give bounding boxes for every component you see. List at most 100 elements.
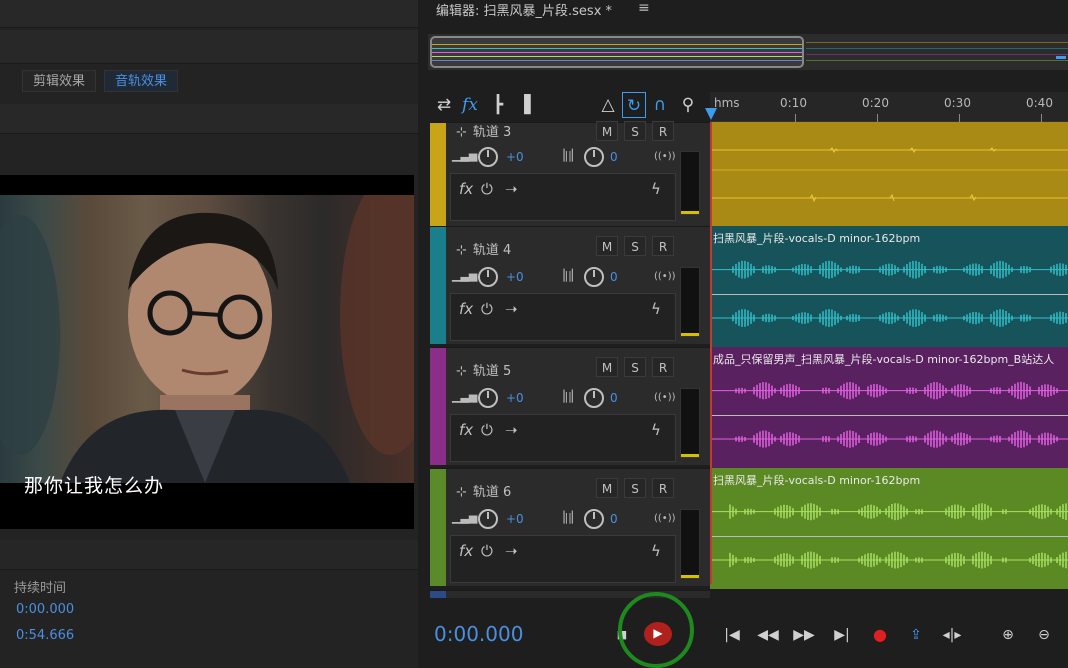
fx-rack[interactable]: fx ⏻ ➝ ϟ: [450, 535, 676, 583]
record-arm-button[interactable]: R: [652, 478, 674, 498]
power-icon[interactable]: ⏻: [481, 542, 493, 560]
goto-end-icon[interactable]: ▶|: [828, 624, 856, 646]
solo-button[interactable]: S: [624, 478, 646, 498]
time-ruler[interactable]: hms 0:10 0:20 0:30 0:40: [705, 92, 1068, 122]
rewind-icon[interactable]: ◀◀: [754, 624, 782, 646]
pan-value[interactable]: 0: [610, 150, 618, 164]
input-icon: ➝: [505, 180, 518, 198]
volume-value[interactable]: +0: [506, 270, 524, 284]
pan-icon: ▕||▏: [556, 149, 581, 162]
stereo-icon: ((•)): [654, 513, 676, 524]
lightning-icon[interactable]: ϟ: [651, 421, 661, 439]
swap-icon[interactable]: ⇄: [432, 92, 456, 118]
overview-marker: [1056, 56, 1066, 59]
video-scene-image: [0, 195, 414, 483]
input-icon[interactable]: ➝: [505, 300, 518, 318]
solo-button[interactable]: S: [624, 236, 646, 256]
fx-rack[interactable]: fx ⏻ ➝ ϟ: [450, 293, 676, 341]
loop-playback-icon[interactable]: ⇪: [902, 624, 930, 646]
panel-divider-lower: [0, 540, 418, 570]
fx-icon[interactable]: fx: [459, 542, 473, 560]
zoom-out-icon[interactable]: ⊖: [1030, 624, 1058, 646]
clip-track-6[interactable]: 扫黑风暴_片段-vocals-D minor-162bpm: [710, 468, 1068, 589]
record-arm-button[interactable]: R: [652, 357, 674, 377]
panel-header: [0, 0, 418, 28]
power-icon[interactable]: ⏻: [481, 300, 493, 318]
pan-knob[interactable]: [584, 509, 604, 529]
solo-button[interactable]: S: [624, 357, 646, 377]
record-arm-button[interactable]: R: [652, 236, 674, 256]
track-name: ⊹ 轨道 4: [456, 243, 512, 258]
tab-clip-effects[interactable]: 剪辑效果: [22, 70, 97, 92]
waveform: [710, 147, 1068, 203]
pan-knob[interactable]: [584, 267, 604, 287]
lightning-icon[interactable]: ϟ: [651, 542, 661, 560]
zoom-in-icon[interactable]: ⊕: [994, 624, 1022, 646]
pan-knob[interactable]: [584, 147, 604, 167]
mute-button[interactable]: M: [596, 121, 618, 141]
fx-icon[interactable]: fx: [459, 421, 473, 439]
pan-value[interactable]: 0: [610, 270, 618, 284]
pan-knob[interactable]: [584, 388, 604, 408]
panel-divider: [0, 104, 418, 134]
mute-button[interactable]: M: [596, 236, 618, 256]
track-color-strip: [430, 469, 446, 586]
clip-track-4[interactable]: 扫黑风暴_片段-vocals-D minor-162bpm: [710, 226, 1068, 347]
start-time-value[interactable]: 0:00.000: [16, 602, 74, 617]
track-header-4: ⊹ 轨道 4 M S R ▁▃▅ +0 ▕||▏ 0 ((•)) fx ⏻ ➝ ϟ: [430, 226, 710, 344]
hamburger-icon[interactable]: ≡: [638, 0, 650, 16]
fast-forward-icon[interactable]: ▶▶: [790, 624, 818, 646]
volume-knob[interactable]: [478, 388, 498, 408]
transport-bar: 0:00.000 ■ ▶ |◀ ◀◀ ▶▶ ▶| ● ⇪ ◂|▸ ⊕ ⊖: [420, 592, 1068, 668]
level-meter: [680, 267, 700, 337]
fx-icon[interactable]: fx: [458, 92, 482, 118]
lightning-icon[interactable]: ϟ: [651, 300, 661, 318]
input-icon[interactable]: ➝: [505, 421, 518, 439]
track-color-strip: [430, 123, 446, 226]
duration-value[interactable]: 0:54.666: [16, 628, 74, 643]
fx-rack[interactable]: fx ⏻ ➝ ϟ: [450, 173, 676, 221]
session-overview[interactable]: [428, 34, 1068, 70]
video-frame: [0, 195, 414, 483]
volume-knob[interactable]: [478, 509, 498, 529]
track-color-strip: [430, 348, 446, 465]
lightning-icon: ϟ: [651, 180, 661, 198]
volume-value[interactable]: +0: [506, 512, 524, 526]
pan-icon: ▕||▏: [556, 511, 581, 524]
pan-value[interactable]: 0: [610, 512, 618, 526]
fx-rack[interactable]: fx ⏻ ➝ ϟ: [450, 414, 676, 462]
volume-icon: ▁▃▅: [452, 269, 478, 282]
volume-knob[interactable]: [478, 147, 498, 167]
clip-track-5[interactable]: 成品_只保留男声_扫黑风暴_片段-vocals-D minor-162bpm_B…: [710, 347, 1068, 468]
record-arm-button[interactable]: R: [652, 121, 674, 141]
metronome-icon[interactable]: △: [596, 92, 620, 118]
loop-icon[interactable]: ↻: [622, 92, 646, 118]
record-icon[interactable]: ●: [866, 624, 894, 646]
input-icon[interactable]: ➝: [505, 542, 518, 560]
marker-icon[interactable]: ⚲: [676, 92, 700, 118]
level-meter: [680, 509, 700, 579]
volume-knob[interactable]: [478, 267, 498, 287]
fx-icon[interactable]: fx: [459, 300, 473, 318]
volume-icon: ▁▃▅: [452, 149, 478, 162]
ruler-tick: 0:40: [1026, 96, 1053, 110]
goto-start-icon[interactable]: |◀: [718, 624, 746, 646]
skip-icon[interactable]: ◂|▸: [938, 624, 966, 646]
tab-track-effects[interactable]: 音轨效果: [104, 70, 179, 92]
volume-value[interactable]: +0: [506, 150, 524, 164]
timecode-display[interactable]: 0:00.000: [434, 622, 523, 646]
meter-icon[interactable]: ▐: [512, 92, 536, 118]
pan-value[interactable]: 0: [610, 391, 618, 405]
overview-selection[interactable]: [430, 36, 804, 68]
mute-button[interactable]: M: [596, 357, 618, 377]
magnet-icon[interactable]: ∩: [648, 92, 672, 118]
editor-toolbar: ⇄ fx ┣ ▐ △ ↻ ∩ ⚲: [430, 92, 710, 120]
stereo-icon: ((•)): [654, 271, 676, 282]
playhead[interactable]: [710, 122, 712, 584]
volume-value[interactable]: +0: [506, 391, 524, 405]
routing-icon[interactable]: ┣: [486, 92, 510, 118]
mute-button[interactable]: M: [596, 478, 618, 498]
power-icon[interactable]: ⏻: [481, 421, 493, 439]
clip-track-3[interactable]: [710, 122, 1068, 226]
solo-button[interactable]: S: [624, 121, 646, 141]
